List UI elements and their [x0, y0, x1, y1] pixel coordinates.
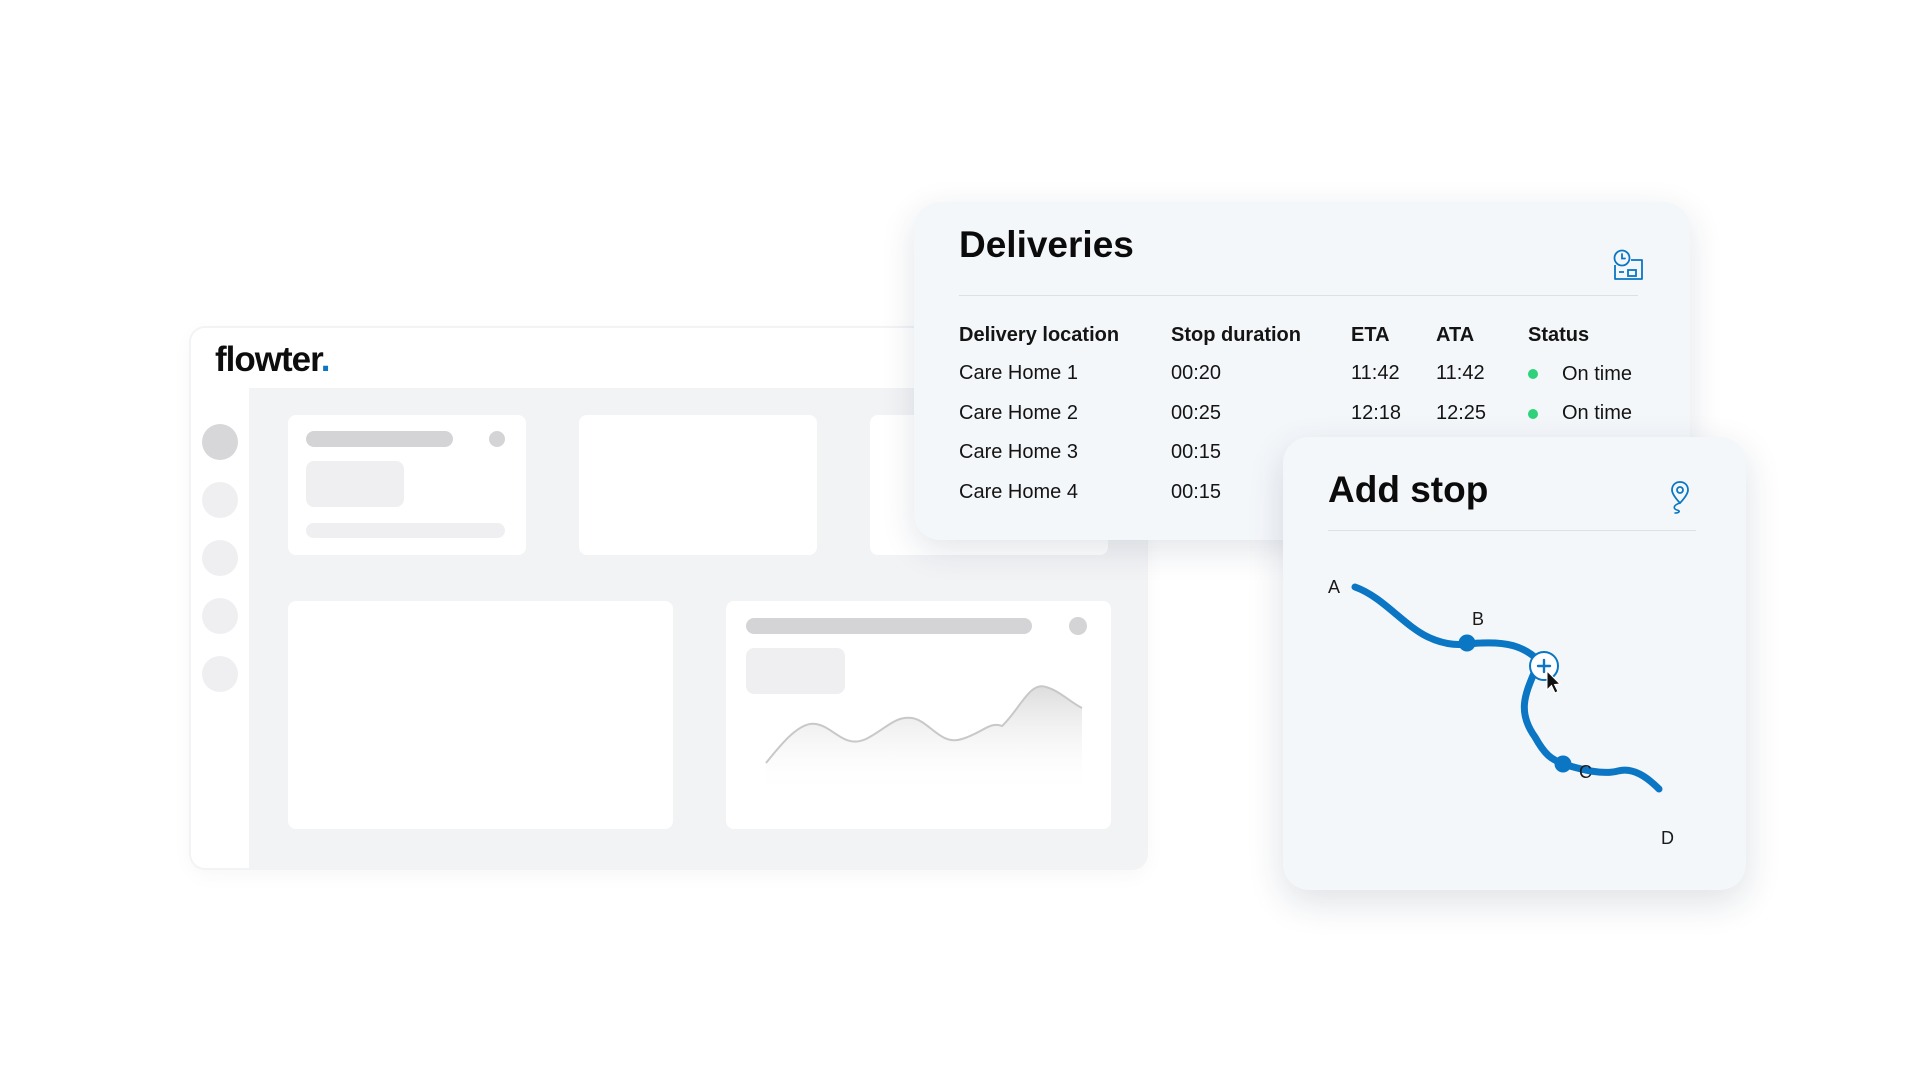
column-header: Status [1528, 323, 1590, 346]
summary-card [288, 415, 526, 555]
column-header: ATA [1436, 323, 1475, 346]
column-header: Stop duration [1171, 323, 1301, 346]
eta-cell: 11:42 [1351, 362, 1400, 385]
schedule-icon[interactable] [1611, 248, 1645, 282]
point-label-c: C [1579, 762, 1592, 782]
deliveries-title: Deliveries [959, 224, 1134, 265]
table-row[interactable]: Care Home 1 00:20 11:42 11:42 On time [959, 354, 1648, 394]
status-text: On time [1562, 402, 1633, 424]
duration-cell: 00:25 [1171, 401, 1222, 424]
point-label-d: D [1661, 828, 1674, 848]
column-header: ETA [1351, 323, 1390, 346]
skeleton-block [306, 461, 404, 507]
flowter-logo: flowter. [215, 340, 331, 379]
location-cell: Care Home 4 [959, 480, 1078, 503]
skeleton-dot [489, 431, 505, 447]
status-text: On time [1562, 362, 1633, 385]
sidebar-item[interactable] [202, 540, 238, 576]
add-stop-plus-button[interactable] [1529, 651, 1559, 681]
sidebar-item[interactable] [202, 482, 238, 518]
add-stop-card: Add stop A B C D [1283, 437, 1746, 890]
location-cell: Care Home 1 [959, 362, 1078, 385]
status-cell: On time [1528, 354, 1648, 394]
status-dot [1528, 369, 1538, 379]
duration-cell: 00:20 [1171, 362, 1222, 385]
column-header: Delivery location [959, 323, 1120, 346]
table-header-row: Delivery location Stop duration ETA ATA … [959, 316, 1648, 354]
sidebar-rail [191, 388, 249, 868]
sidebar-avatar[interactable] [202, 424, 238, 460]
table-row[interactable]: Care Home 2 00:25 12:18 12:25 On time [959, 394, 1648, 434]
stop-b-marker[interactable] [1458, 634, 1476, 652]
summary-card [579, 415, 817, 555]
skeleton-line [306, 431, 453, 447]
ata-cell: 12:25 [1436, 401, 1487, 424]
point-label-a: A [1328, 577, 1340, 597]
route-map[interactable]: A B C D [1283, 437, 1746, 890]
chart-panel [726, 601, 1111, 829]
skeleton-line [306, 523, 505, 538]
content-panel [288, 601, 673, 829]
eta-cell: 12:18 [1351, 401, 1402, 424]
route-line [1351, 583, 1663, 793]
status-cell: On time [1528, 394, 1648, 434]
status-dot [1528, 408, 1538, 419]
location-cell: Care Home 3 [959, 441, 1078, 464]
sparkline-chart [765, 685, 1083, 796]
stop-c-marker[interactable] [1554, 755, 1572, 773]
location-cell: Care Home 2 [959, 401, 1078, 424]
sidebar-item[interactable] [202, 656, 238, 692]
ata-cell: 11:42 [1436, 362, 1485, 385]
point-label-b: B [1472, 609, 1484, 629]
divider [959, 295, 1638, 296]
sidebar-item[interactable] [202, 598, 238, 634]
